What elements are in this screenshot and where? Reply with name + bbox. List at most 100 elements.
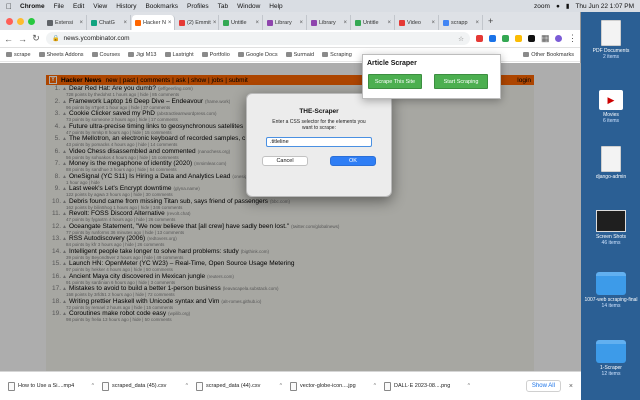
close-tab-icon[interactable]: × [343, 20, 347, 26]
bookmark-sheets-addons[interactable]: Sheets Addons [38, 52, 84, 58]
apple-icon[interactable]:  [6, 2, 12, 11]
bookmark-jigi[interactable]: Jigi M13 [128, 52, 157, 58]
bookmark-label: Google Docs [245, 51, 278, 58]
tab-favicon-icon [179, 19, 185, 26]
forward-icon[interactable]: → [18, 34, 27, 44]
bookmark-other[interactable]: Other Bookmarks [523, 52, 574, 58]
bookmark-surmaid[interactable]: Surmaid [285, 52, 314, 58]
chevron-up-icon[interactable]: ^ [92, 383, 94, 389]
folder-icon [6, 52, 12, 57]
battery-icon[interactable]: ▮ [566, 2, 570, 10]
tab-hacker-news-active[interactable]: Hacker N × [132, 15, 175, 30]
tab-7[interactable]: Library × [308, 15, 351, 30]
close-tab-icon[interactable]: × [387, 20, 391, 26]
menu-bookmarks[interactable]: Bookmarks [145, 3, 178, 10]
bookmark-star-icon[interactable]: ☆ [458, 35, 464, 43]
bookmark-lastright[interactable]: Lastright [164, 52, 194, 58]
close-tab-icon[interactable]: × [79, 20, 83, 26]
bookmark-scrape[interactable]: scrape [6, 52, 31, 58]
desktop-item-web-scraping-folder[interactable]: 1007-web scraping-final 14 items [584, 272, 638, 309]
zoom-status[interactable]: zoom [534, 3, 550, 10]
download-item[interactable]: DALL·E 2023-08....png ^ [384, 381, 470, 391]
tab-5[interactable]: Untitle × [220, 15, 263, 30]
close-tab-icon[interactable]: × [299, 20, 303, 26]
desktop-item-movies[interactable]: ▶ Movies 6 items [584, 90, 638, 124]
close-downloads-icon[interactable]: × [569, 383, 573, 390]
chevron-up-icon[interactable]: ^ [468, 383, 470, 389]
download-filename: DALL·E 2023-08....png [394, 383, 451, 389]
close-tab-icon[interactable]: × [475, 20, 479, 26]
scrape-this-site-button[interactable]: Scrape This Site [368, 74, 422, 89]
file-icon [8, 381, 15, 391]
menu-file[interactable]: File [54, 3, 64, 10]
menu-view[interactable]: View [93, 3, 107, 10]
minimize-window-button[interactable] [17, 18, 24, 25]
folder-icon [201, 52, 208, 57]
ok-button[interactable]: OK [330, 156, 376, 166]
desktop-item-django-admin[interactable]: django-admin [584, 146, 638, 180]
chevron-up-icon[interactable]: ^ [280, 383, 282, 389]
zoom-window-button[interactable] [28, 18, 35, 25]
menu-help[interactable]: Help [269, 3, 282, 10]
bookmark-google-docs[interactable]: Google Docs [237, 51, 278, 58]
desktop-item-screen-shots[interactable]: Screen Shots 46 items [584, 210, 638, 246]
wifi-icon[interactable]: ● [556, 3, 560, 10]
kebab-menu-icon[interactable]: ⋮ [568, 33, 577, 44]
tab-label: scrapp [451, 19, 468, 26]
clock[interactable]: Thu Jun 22 1:07 PM [575, 3, 634, 10]
css-selector-input[interactable] [266, 137, 372, 147]
tab-8[interactable]: Untitle × [352, 15, 395, 30]
url-text: news.ycombinator.com [63, 35, 130, 42]
download-item[interactable]: vector-globe-icon....jpg ^ [290, 381, 376, 391]
close-tab-icon[interactable]: × [213, 20, 217, 26]
address-bar[interactable]: 🔒 news.ycombinator.com ☆ [46, 32, 470, 45]
start-scraping-button[interactable]: Start Scraping [434, 74, 488, 89]
scraper-extension-icon[interactable] [528, 35, 535, 42]
close-tab-icon[interactable]: × [123, 20, 127, 26]
desktop-item-1-scraper-folder[interactable]: 1-Scraper 12 items [584, 340, 638, 377]
tab-6[interactable]: Library × [264, 15, 307, 30]
menu-history[interactable]: History [116, 3, 136, 10]
menu-tab[interactable]: Tab [218, 3, 228, 10]
tab-10[interactable]: scrapp × [440, 15, 483, 30]
extension-icon[interactable] [489, 35, 496, 42]
menu-window[interactable]: Window [237, 3, 260, 10]
extension-icon[interactable] [502, 35, 509, 42]
profile-avatar[interactable] [555, 35, 562, 42]
close-tab-icon[interactable]: × [168, 20, 172, 26]
tab-2[interactable]: ChatG × [88, 15, 131, 30]
close-tab-icon[interactable]: × [431, 20, 435, 26]
desktop-item-count: 12 items [601, 371, 621, 377]
lock-icon[interactable]: 🔒 [52, 35, 59, 42]
macos-menu-bar:  Chrome File Edit View History Bookmark… [0, 0, 640, 12]
new-tab-button[interactable]: + [488, 16, 493, 26]
show-all-downloads-button[interactable]: Show All [525, 380, 561, 392]
tab-1[interactable]: Extensi × [44, 15, 87, 30]
chevron-up-icon[interactable]: ^ [374, 383, 376, 389]
download-item[interactable]: How to Use a Si....mp4 ^ [8, 381, 94, 391]
menu-edit[interactable]: Edit [73, 3, 84, 10]
reload-icon[interactable]: ↻ [32, 33, 40, 44]
tab-4[interactable]: (2) Emmit × [176, 15, 219, 30]
back-icon[interactable]: ← [4, 34, 13, 44]
close-tab-icon[interactable]: × [255, 20, 259, 26]
menu-app-name[interactable]: Chrome [20, 3, 45, 10]
folder-icon [164, 52, 171, 57]
tab-label: Hacker N [143, 19, 166, 26]
download-item[interactable]: scraped_data (44).csv ^ [196, 381, 282, 391]
page-viewport: Y Hacker News new | past | comments | as… [0, 63, 581, 383]
download-item[interactable]: scraped_data (45).csv ^ [102, 381, 188, 391]
tab-9[interactable]: Video × [396, 15, 439, 30]
bookmark-scraping[interactable]: Scraping [322, 52, 352, 58]
chevron-up-icon[interactable]: ^ [186, 383, 188, 389]
puzzle-extensions-icon[interactable]: ▦ [541, 33, 550, 44]
extension-icon[interactable] [476, 35, 483, 42]
extension-icon[interactable] [515, 35, 522, 42]
menu-profiles[interactable]: Profiles [187, 3, 209, 10]
bookmark-portfolio[interactable]: Portfolio [201, 52, 230, 58]
tab-favicon-icon [47, 19, 53, 26]
close-window-button[interactable] [6, 18, 13, 25]
bookmark-courses[interactable]: Courses [91, 52, 120, 58]
desktop-item-pdf-documents[interactable]: PDF Documents 2 items [584, 20, 638, 60]
cancel-button[interactable]: Cancel [262, 156, 308, 166]
